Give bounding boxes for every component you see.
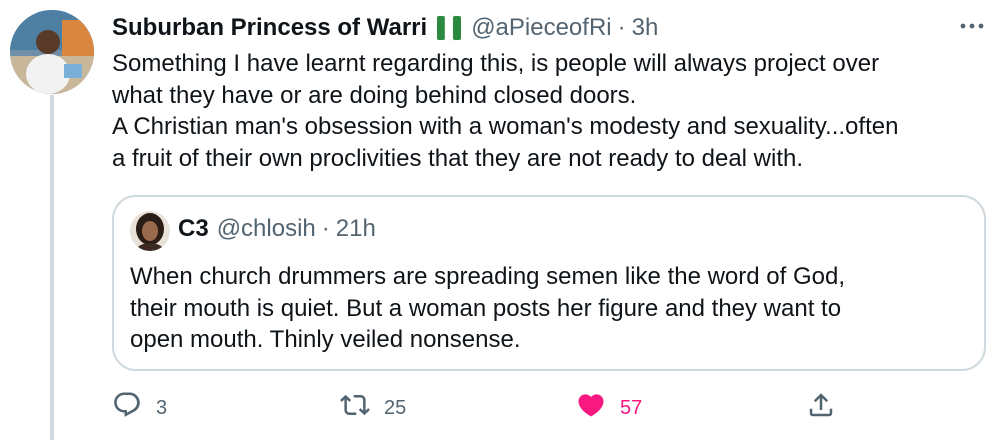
author-name[interactable]: Suburban Princess of Warri [112, 14, 427, 42]
retweet-count: 25 [384, 396, 407, 419]
quoted-tweet[interactable]: C3 @chlosih · 21h When church drummers a… [112, 195, 986, 371]
thread-line [50, 95, 54, 440]
retweet-icon [340, 390, 370, 426]
quoted-text-line: their mouth is quiet. But a woman posts … [130, 294, 842, 322]
share-icon [806, 390, 836, 426]
tweet-actions: 3 25 57 [112, 388, 872, 428]
tweet-header: Suburban Princess of Warri @aPieceofRi ·… [112, 12, 658, 44]
tweet-text-line: A Christian man's obsession with a woman… [112, 113, 899, 140]
more-options-icon[interactable] [958, 14, 986, 38]
tweet-text-line: a fruit of their own proclivities that t… [112, 144, 804, 172]
quoted-timestamp: 21h [335, 215, 376, 242]
tweet-text: Something I have learnt regarding this, … [112, 48, 982, 174]
quoted-author-name: C3 [178, 215, 209, 242]
reply-icon [112, 390, 142, 426]
quoted-author-handle: @chlosih [216, 215, 316, 242]
reply-count: 3 [156, 396, 168, 419]
reply-button[interactable]: 3 [112, 388, 167, 428]
author-avatar[interactable] [10, 10, 94, 94]
quoted-text-line: open mouth. Thinly veiled nonsense. [130, 326, 521, 353]
separator-dot: · [617, 14, 626, 41]
retweet-button[interactable]: 25 [340, 388, 406, 428]
quoted-text-line: When church drummers are spreading semen… [130, 263, 845, 290]
quoted-text: When church drummers are spreading semen… [130, 261, 970, 356]
author-handle[interactable]: @aPieceofRi [471, 14, 611, 42]
share-button[interactable] [806, 388, 836, 428]
separator-dot: · [321, 215, 330, 242]
tweet-text-line: what they have or are doing behind close… [112, 81, 637, 109]
quoted-author-avatar [130, 211, 170, 251]
quoted-header: C3 @chlosih · 21h [178, 213, 376, 245]
tweet-timestamp[interactable]: 3h [632, 14, 659, 42]
heart-icon [576, 390, 606, 426]
like-count: 57 [620, 396, 643, 419]
like-button[interactable]: 57 [576, 388, 642, 428]
nigeria-flag-icon [437, 14, 462, 42]
tweet-text-line: Something I have learnt regarding this, … [112, 50, 880, 77]
